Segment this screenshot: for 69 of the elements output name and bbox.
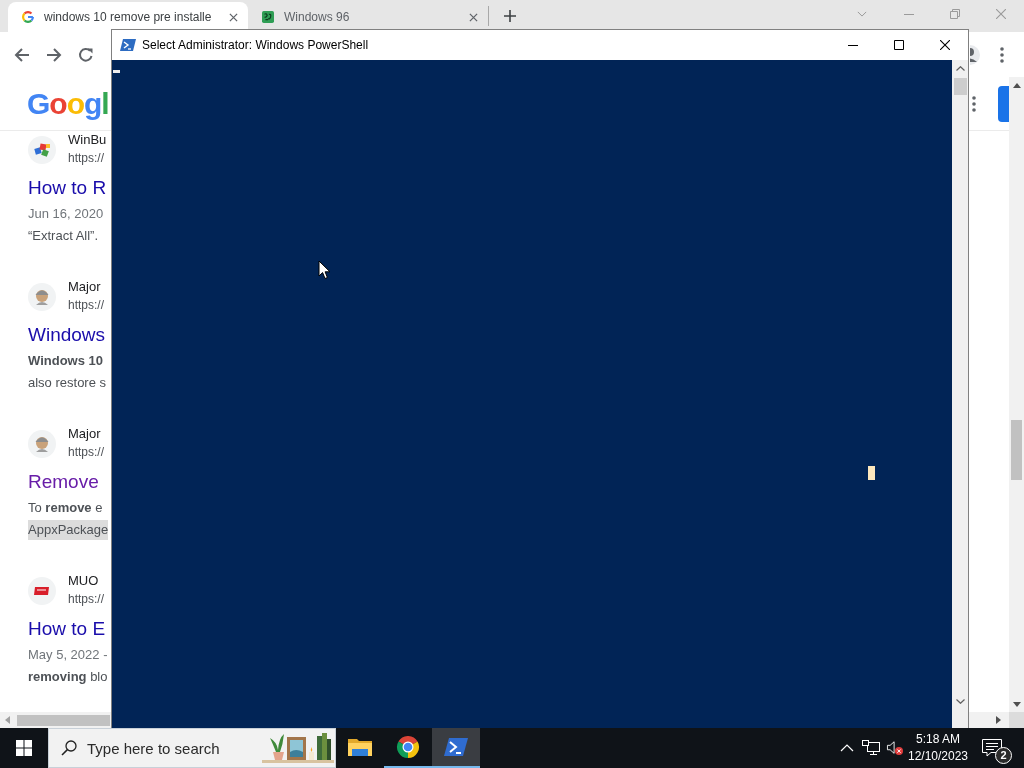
search-input[interactable]: Type here to search	[87, 739, 252, 757]
back-arrow-icon[interactable]	[14, 46, 30, 63]
start-icon	[16, 740, 32, 756]
more-menu-icon[interactable]	[1000, 46, 1004, 63]
site-url: https://	[68, 591, 105, 608]
browser-tab[interactable]: windows 10 remove pre installe	[8, 2, 248, 32]
site-url: https://	[68, 444, 105, 461]
site-logo[interactable]: Googl	[27, 86, 109, 121]
plus-icon[interactable]	[504, 10, 516, 22]
site-name: WinBu	[68, 131, 107, 149]
volume-icon[interactable]	[886, 740, 904, 756]
scroll-thumb[interactable]	[953, 78, 967, 95]
header-button[interactable]	[998, 85, 1009, 122]
code-snippet: AppxPackage	[28, 520, 109, 540]
browser-icon	[396, 736, 420, 758]
maximize-icon[interactable]	[894, 40, 904, 50]
block-cursor-icon	[868, 466, 875, 480]
mouse-pointer-icon	[318, 260, 331, 280]
chevron-up-icon[interactable]	[840, 744, 854, 752]
tag-icon	[28, 576, 56, 605]
avatar-icon	[28, 282, 56, 311]
search-bar[interactable]: Type here to search	[48, 728, 336, 768]
scroll-thumb[interactable]	[17, 714, 110, 726]
result-title-link[interactable]: How to E	[28, 614, 106, 644]
snippet-text: removing blo	[28, 668, 108, 686]
scroll-up-icon[interactable]	[1012, 82, 1021, 88]
taskbar-app-button[interactable]	[432, 728, 480, 768]
site-url: https://	[68, 150, 105, 167]
network-icon[interactable]	[862, 740, 880, 756]
window-title: Select Administrator: Windows PowerShell	[142, 38, 369, 52]
scroll-right-icon[interactable]	[996, 716, 1001, 724]
close-icon[interactable]	[940, 40, 950, 50]
snippet-date: May 5, 2022 -	[28, 646, 108, 664]
scroll-down-icon[interactable]	[1012, 701, 1021, 707]
snippet-text: Windows 10	[28, 352, 103, 370]
scrollbar-corner	[1009, 712, 1024, 728]
terminal-icon	[444, 736, 468, 758]
result-title-link[interactable]: Remove	[28, 467, 99, 497]
clock-time[interactable]: 5:18 AM	[916, 731, 960, 748]
search-icon	[61, 740, 77, 756]
clock-date[interactable]: 12/10/2023	[907, 748, 969, 765]
scroll-thumb[interactable]	[1011, 420, 1022, 480]
minimize-icon[interactable]	[848, 44, 858, 46]
g-logo-icon	[22, 11, 34, 23]
folder-icon	[348, 736, 372, 758]
site-name: MUO	[68, 572, 99, 590]
more-icon[interactable]	[972, 95, 976, 112]
site-url: https://	[68, 297, 105, 314]
snippet-text: To remove e	[28, 499, 103, 517]
snippet-text: also restore s	[28, 374, 107, 392]
shelf-drawing	[262, 730, 334, 766]
site-name: Major	[68, 425, 101, 443]
result-title-link[interactable]: Windows	[28, 320, 106, 350]
avatar-icon	[28, 429, 56, 458]
scroll-down-icon[interactable]	[955, 699, 965, 704]
scroll-up-icon[interactable]	[955, 66, 965, 71]
site-name: Major	[68, 278, 101, 296]
forward-arrow-icon[interactable]	[46, 46, 62, 63]
reload-icon[interactable]	[78, 46, 94, 63]
cubes-icon	[28, 135, 56, 164]
notification-badge: 2	[995, 747, 1012, 764]
notification-icon[interactable]	[982, 739, 1002, 757]
snippet-date: Jun 16, 2020	[28, 205, 104, 223]
text-cursor-icon	[113, 70, 120, 73]
result-title-link[interactable]: How to R	[28, 173, 107, 203]
snippet-text: “Extract All”.	[28, 227, 99, 245]
terminal-icon	[120, 38, 136, 52]
browser-tab[interactable]: Windows 96	[248, 2, 488, 32]
app-tile-icon	[262, 11, 274, 23]
